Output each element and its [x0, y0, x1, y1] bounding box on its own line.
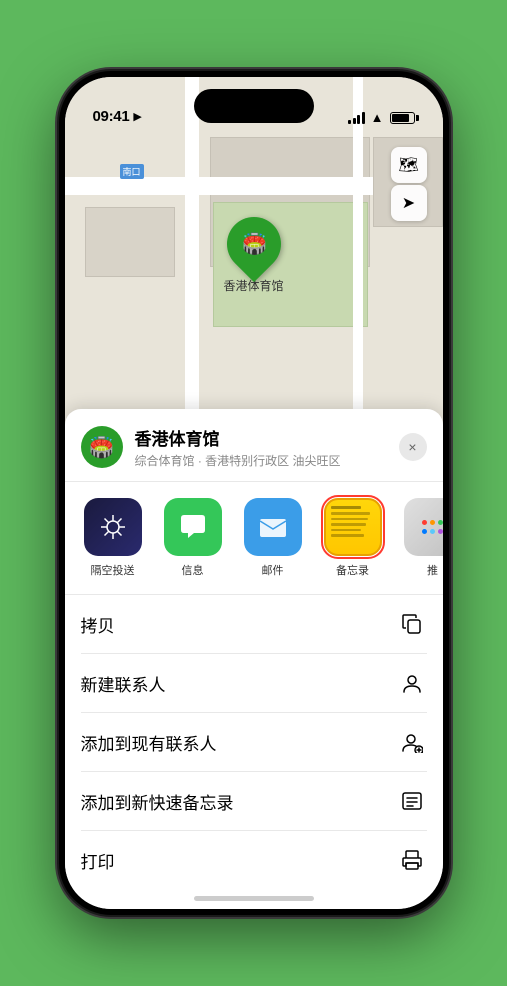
status-time: 09:41	[93, 108, 130, 125]
map-layer-button[interactable]: 🗺	[391, 147, 427, 183]
action-print-label: 打印	[81, 848, 115, 873]
quick-note-icon	[397, 786, 427, 816]
notes-label: 备忘录	[336, 562, 369, 578]
home-indicator	[194, 896, 314, 901]
dynamic-island	[194, 89, 314, 123]
share-row: 隔空投送 信息	[65, 482, 443, 595]
road-sign: 南口	[120, 164, 144, 179]
action-list: 拷贝 新建联系人	[65, 595, 443, 889]
location-name: 香港体育馆	[135, 425, 387, 450]
airdrop-label: 隔空投送	[91, 562, 135, 578]
map-pin: 🏟️	[215, 206, 291, 282]
location-icon: 🏟️	[81, 426, 123, 468]
more-icon	[404, 498, 443, 556]
map-pin-icon: 🏟️	[241, 232, 266, 257]
share-item-notes[interactable]: 备忘录	[317, 498, 389, 578]
share-item-messages[interactable]: 信息	[157, 498, 229, 578]
print-icon	[397, 845, 427, 875]
action-new-contact-label: 新建联系人	[81, 671, 166, 696]
action-copy-label: 拷贝	[81, 612, 115, 637]
share-item-mail[interactable]: 邮件	[237, 498, 309, 578]
location-arrow-icon: ▶	[133, 110, 141, 123]
action-item-new-contact[interactable]: 新建联系人	[81, 654, 427, 713]
action-item-print[interactable]: 打印	[81, 831, 427, 889]
phone-frame: 09:41 ▶ ▲	[59, 71, 449, 915]
map-location-button[interactable]: ➤	[391, 185, 427, 221]
share-item-more[interactable]: 推	[397, 498, 443, 578]
action-item-copy[interactable]: 拷贝	[81, 595, 427, 654]
action-item-add-contact[interactable]: 添加到现有联系人	[81, 713, 427, 772]
share-item-airdrop[interactable]: 隔空投送	[77, 498, 149, 578]
airdrop-icon	[84, 498, 142, 556]
messages-label: 信息	[182, 562, 204, 578]
wifi-icon: ▲	[371, 110, 384, 125]
action-item-quick-note[interactable]: 添加到新快速备忘录	[81, 772, 427, 831]
status-icons: ▲	[348, 110, 414, 125]
location-header: 🏟️ 香港体育馆 综合体育馆 · 香港特别行政区 油尖旺区 ×	[65, 409, 443, 482]
messages-icon	[164, 498, 222, 556]
map-controls: 🗺 ➤	[391, 147, 427, 221]
map-road-label: 南口	[120, 164, 144, 179]
location-info: 香港体育馆 综合体育馆 · 香港特别行政区 油尖旺区	[135, 425, 387, 469]
add-contact-icon	[397, 727, 427, 757]
action-add-contact-label: 添加到现有联系人	[81, 730, 217, 755]
location-subtitle: 综合体育馆 · 香港特别行政区 油尖旺区	[135, 452, 387, 469]
map-pin-container: 🏟️ 香港体育馆	[223, 217, 283, 294]
new-contact-icon	[397, 668, 427, 698]
phone-screen: 09:41 ▶ ▲	[65, 77, 443, 909]
more-label: 推	[427, 562, 438, 578]
action-quick-note-label: 添加到新快速备忘录	[81, 789, 234, 814]
bottom-sheet: 🏟️ 香港体育馆 综合体育馆 · 香港特别行政区 油尖旺区 ×	[65, 409, 443, 909]
close-button[interactable]: ×	[399, 433, 427, 461]
notes-icon	[324, 498, 382, 556]
copy-icon	[397, 609, 427, 639]
battery-icon	[390, 112, 415, 124]
mail-label: 邮件	[262, 562, 284, 578]
signal-bars-icon	[348, 112, 365, 124]
map-building-2	[85, 207, 175, 277]
mail-icon	[244, 498, 302, 556]
